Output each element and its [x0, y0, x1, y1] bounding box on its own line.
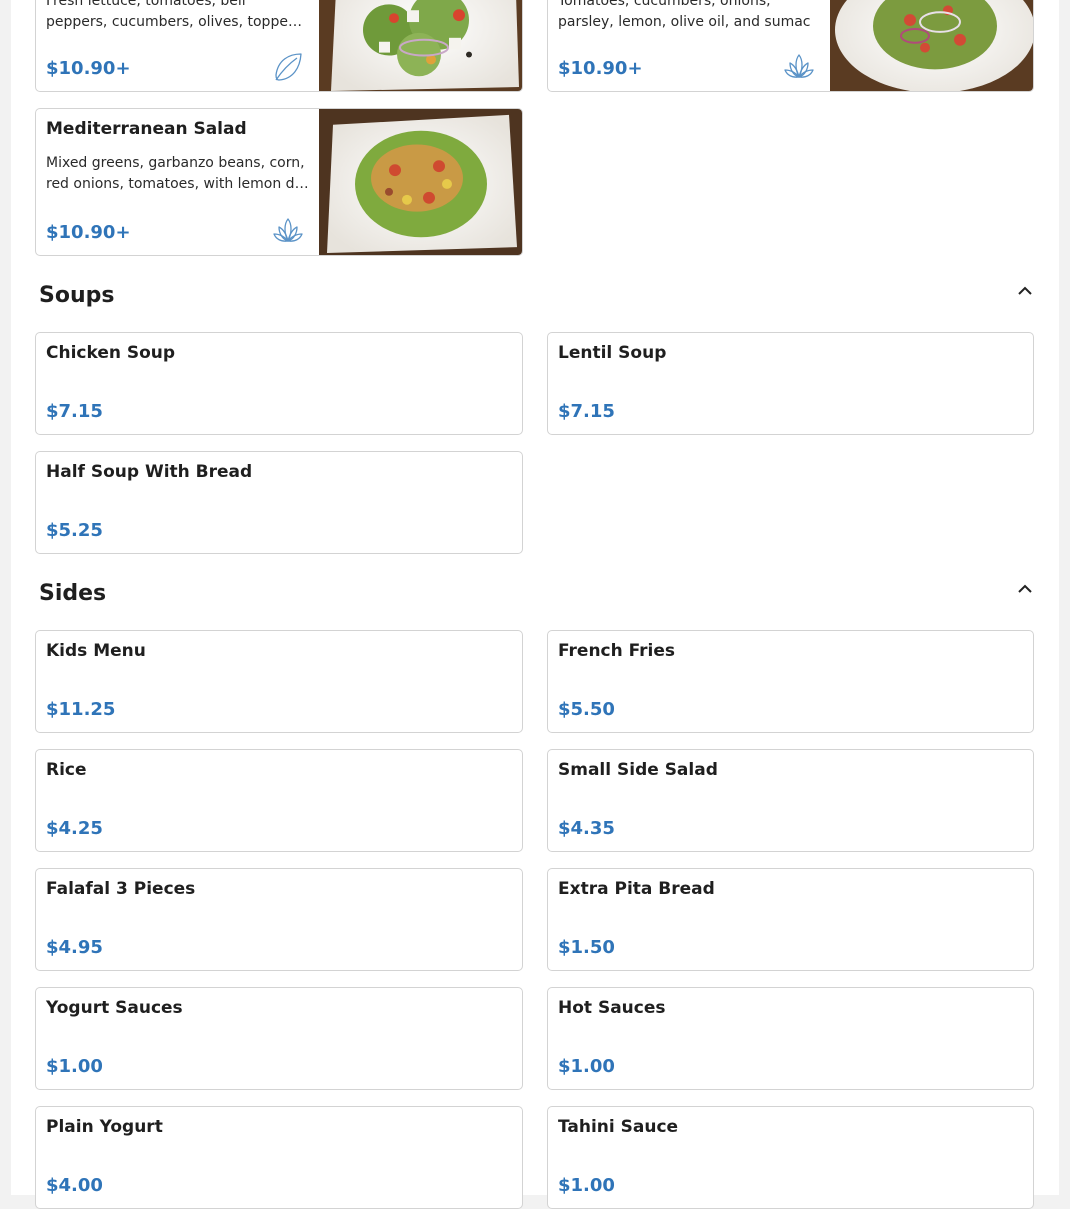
chevron-up-icon[interactable]	[1015, 581, 1035, 595]
menu-item-card[interactable]: Yogurt Sauces $1.00	[35, 987, 523, 1090]
leaf-icon	[275, 53, 302, 81]
menu-item-name: Extra Pita Bread	[558, 879, 715, 899]
menu-item-price: $4.95	[46, 937, 103, 958]
menu-item-price: $1.00	[46, 1056, 103, 1077]
menu-item-card[interactable]: Rice $4.25	[35, 749, 523, 852]
menu-item-price: $1.00	[558, 1175, 615, 1196]
menu-item-description: Fresh lettuce, tomatoes, bell peppers, c…	[46, 0, 310, 30]
menu-item-card[interactable]: Hot Sauces $1.00	[547, 987, 1034, 1090]
menu-item-card[interactable]: Plain Yogurt $4.00	[35, 1106, 523, 1209]
menu-item-card[interactable]: Chicken Soup $7.15	[35, 332, 523, 435]
menu-item-price: $5.25	[46, 520, 103, 541]
menu-item-price: $10.90+	[46, 222, 131, 243]
menu-item-price: $4.35	[558, 818, 615, 839]
menu-item-card[interactable]: Tahini Sauce $1.00	[547, 1106, 1034, 1209]
menu-item-card[interactable]: Extra Pita Bread $1.50	[547, 868, 1034, 971]
menu-item-card[interactable]: Half Soup With Bread $5.25	[35, 451, 523, 554]
menu-item-name: Tahini Sauce	[558, 1117, 679, 1137]
menu-item-name: French Fries	[558, 641, 676, 661]
menu-item-card[interactable]: Small Side Salad $4.35	[547, 749, 1034, 852]
menu-item-price: $7.15	[46, 401, 103, 422]
menu-item-price: $1.00	[558, 1056, 615, 1077]
menu-item-price: $11.25	[46, 699, 116, 720]
food-photo	[319, 109, 522, 255]
menu-item-name: Kids Menu	[46, 641, 146, 661]
menu-page: Fresh lettuce, tomatoes, bell peppers, c…	[11, 0, 1059, 1209]
menu-item-price: $4.25	[46, 818, 103, 839]
menu-item-price: $5.50	[558, 699, 615, 720]
food-photo	[319, 0, 522, 91]
chevron-up-icon[interactable]	[1015, 283, 1035, 297]
food-photo	[830, 0, 1033, 91]
lotus-icon	[273, 218, 303, 242]
menu-item-card[interactable]: Kids Menu $11.25	[35, 630, 523, 733]
menu-item-price: $1.50	[558, 937, 615, 958]
section-title-soups: Soups	[39, 283, 115, 308]
menu-item-name: Rice	[46, 760, 87, 780]
menu-item-description: Tomatoes, cucumbers, onions, parsley, le…	[558, 0, 811, 30]
menu-item-name: Half Soup With Bread	[46, 462, 253, 482]
menu-item-price: $4.00	[46, 1175, 103, 1196]
menu-item-card[interactable]: Lentil Soup $7.15	[547, 332, 1034, 435]
menu-item-name: Chicken Soup	[46, 343, 176, 363]
section-title-sides: Sides	[39, 581, 107, 606]
menu-item-name: Plain Yogurt	[46, 1117, 163, 1137]
menu-item-price: $10.90+	[558, 58, 643, 79]
menu-item-price: $7.15	[558, 401, 615, 422]
menu-item-name: Mediterranean Salad	[46, 119, 247, 139]
menu-item-card[interactable]: Falafal 3 Pieces $4.95	[35, 868, 523, 971]
menu-item-name: Yogurt Sauces	[46, 998, 183, 1018]
menu-item-name: Lentil Soup	[558, 343, 667, 363]
menu-item-name: Falafal 3 Pieces	[46, 879, 196, 899]
lotus-icon	[784, 54, 814, 78]
menu-item-card[interactable]: Mediterranean Salad Mixed greens, garban…	[35, 108, 523, 256]
menu-item-card[interactable]: French Fries $5.50	[547, 630, 1034, 733]
menu-item-card[interactable]: Fresh lettuce, tomatoes, bell peppers, c…	[35, 0, 523, 92]
menu-item-name: Small Side Salad	[558, 760, 718, 780]
menu-item-description: Mixed greens, garbanzo beans, corn, red …	[46, 155, 310, 192]
menu-item-card[interactable]: Tomatoes, cucumbers, onions, parsley, le…	[547, 0, 1034, 92]
menu-item-price: $10.90+	[46, 58, 131, 79]
menu-item-name: Hot Sauces	[558, 998, 666, 1018]
